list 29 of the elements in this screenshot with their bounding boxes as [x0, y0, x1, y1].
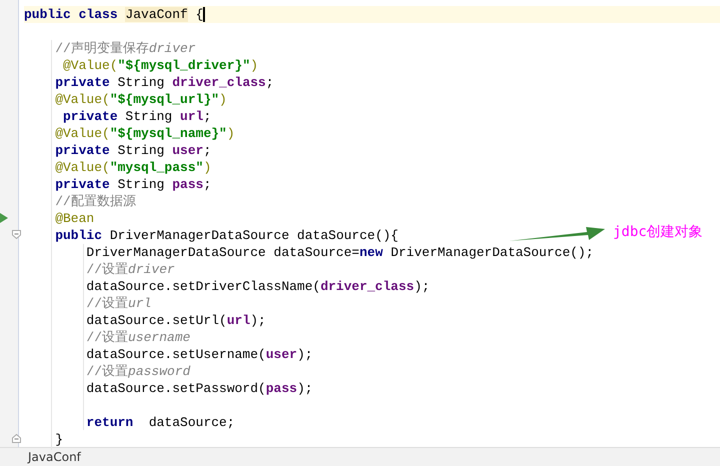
fold-icon[interactable]: [12, 230, 21, 239]
code-line: public DriverManagerDataSource dataSource(){: [54, 227, 398, 244]
annotation-label: jdbc创建对象: [613, 223, 703, 241]
code-line: //声明变量保存driver: [54, 40, 196, 57]
fold-icon[interactable]: [12, 434, 21, 443]
code-line: @Value("${mysql_driver}"): [62, 57, 258, 74]
code-line: dataSource.setPassword(pass);: [85, 380, 313, 397]
code-line: dataSource.setDriverClassName(driver_class);: [85, 278, 430, 295]
code-line: return dataSource;: [85, 414, 235, 431]
code-line: DriverManagerDataSource dataSource=new DriverManagerDataSource();: [85, 244, 594, 261]
code-line: //设置driver: [85, 261, 175, 278]
code-line: private String driver_class;: [54, 74, 274, 91]
code-line: //设置password: [85, 363, 190, 380]
file-tab[interactable]: JavaConf: [28, 448, 81, 464]
code-line: dataSource.setUsername(user);: [85, 346, 313, 363]
code-line: }: [54, 431, 64, 448]
arrow-icon: [509, 226, 605, 244]
code-line: //配置数据源: [54, 193, 136, 210]
code-line: private String pass;: [54, 176, 212, 193]
code-line: @Value("${mysql_name}"): [54, 125, 235, 142]
code-line: //设置username: [85, 329, 190, 346]
code-line: @Value("mysql_pass"): [54, 159, 212, 176]
code-line: @Bean: [54, 210, 94, 227]
code-line: //设置url: [85, 295, 152, 312]
code-line: @Value("${mysql_url}"): [54, 91, 227, 108]
code-line: public class JavaConf {: [24, 6, 206, 23]
code-line: private String url;: [62, 108, 212, 125]
code-line: private String user;: [54, 142, 212, 159]
code-line: dataSource.setUrl(url);: [85, 312, 266, 329]
